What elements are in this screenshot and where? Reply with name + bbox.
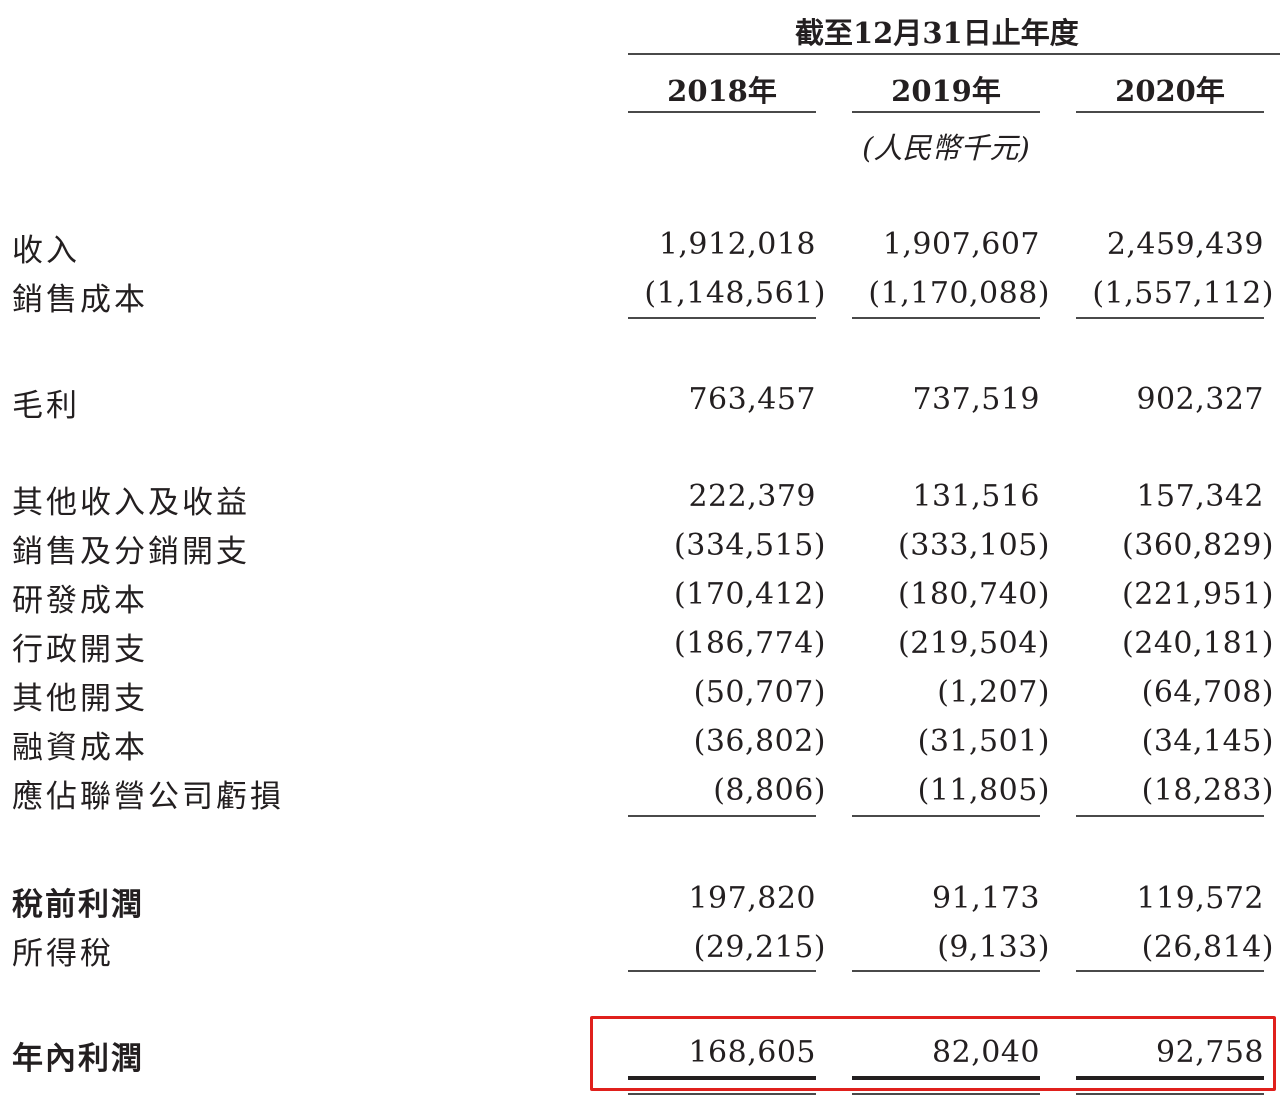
total-double-rule-2020 [1076, 1076, 1264, 1080]
row-label-other-income: 其他收入及收益 [12, 485, 250, 521]
subtotal-rule-2019 [852, 970, 1040, 972]
cell-revenue-2019: 1,907,607 [882, 227, 1040, 262]
cell-profit-before-tax-2019: 91,173 [932, 881, 1040, 916]
cell-rd-costs-2018: (170,412) [674, 577, 826, 612]
period-title: 截至12月31日止年度 [795, 16, 1079, 50]
cell-cost-of-sales-2018: (1,148,561) [644, 276, 826, 311]
year-2019-underline [852, 111, 1040, 113]
cell-profit-before-tax-2018: 197,820 [688, 881, 816, 916]
subtotal-rule-2019 [852, 317, 1040, 319]
row-label-rd-costs: 研發成本 [12, 583, 148, 619]
total-double-rule-lower-2020 [1076, 1093, 1264, 1095]
total-double-rule-lower-2019 [852, 1093, 1040, 1095]
period-title-underline [628, 53, 1280, 55]
year-2018-header: 2018年 [667, 74, 777, 108]
cell-profit-for-year-2020: 92,758 [1156, 1035, 1264, 1070]
row-label-other-expenses: 其他開支 [12, 681, 148, 717]
cell-share-of-associates-loss-2018: (8,806) [713, 773, 826, 808]
cell-profit-before-tax-2020: 119,572 [1136, 881, 1264, 916]
cell-gross-profit-2018: 763,457 [688, 382, 816, 417]
cell-gross-profit-2019: 737,519 [912, 382, 1040, 417]
cell-other-income-2019: 131,516 [912, 479, 1040, 514]
row-label-selling-distribution: 銷售及分銷開支 [12, 534, 250, 570]
cell-admin-expenses-2020: (240,181) [1122, 626, 1274, 661]
subtotal-rule-2018 [628, 970, 816, 972]
cell-cost-of-sales-2020: (1,557,112) [1092, 276, 1274, 311]
cell-other-income-2018: 222,379 [688, 479, 816, 514]
cell-income-tax-2018: (29,215) [693, 930, 826, 965]
row-label-finance-costs: 融資成本 [12, 730, 148, 766]
row-label-cost-of-sales: 銷售成本 [12, 282, 148, 318]
row-label-income-tax: 所得稅 [12, 936, 114, 972]
cell-selling-distribution-2018: (334,515) [674, 528, 826, 563]
cell-income-tax-2020: (26,814) [1141, 930, 1274, 965]
subtotal-rule-2019 [852, 815, 1040, 817]
cell-other-expenses-2019: (1,207) [937, 675, 1050, 710]
cell-other-expenses-2020: (64,708) [1141, 675, 1274, 710]
cell-admin-expenses-2019: (219,504) [898, 626, 1050, 661]
cell-other-expenses-2018: (50,707) [693, 675, 826, 710]
year-2018-underline [628, 111, 816, 113]
cell-share-of-associates-loss-2019: (11,805) [917, 773, 1050, 808]
cell-income-tax-2019: (9,133) [937, 930, 1050, 965]
cell-selling-distribution-2019: (333,105) [898, 528, 1050, 563]
row-label-profit-before-tax: 稅前利潤 [12, 887, 144, 923]
row-label-share-of-associates-loss: 應佔聯營公司虧損 [12, 779, 284, 815]
row-label-profit-for-year: 年內利潤 [12, 1041, 144, 1077]
total-double-rule-lower-2018 [628, 1093, 816, 1095]
cell-other-income-2020: 157,342 [1136, 479, 1264, 514]
cell-rd-costs-2020: (221,951) [1122, 577, 1274, 612]
cell-rd-costs-2019: (180,740) [898, 577, 1050, 612]
year-2020-underline [1076, 111, 1264, 113]
cell-gross-profit-2020: 902,327 [1136, 382, 1264, 417]
cell-selling-distribution-2020: (360,829) [1122, 528, 1274, 563]
subtotal-rule-2020 [1076, 317, 1264, 319]
row-label-revenue: 收入 [12, 233, 80, 269]
subtotal-rule-2020 [1076, 970, 1264, 972]
subtotal-rule-2018 [628, 815, 816, 817]
cell-profit-for-year-2018: 168,605 [688, 1035, 816, 1070]
cell-finance-costs-2019: (31,501) [917, 724, 1050, 759]
cell-admin-expenses-2018: (186,774) [674, 626, 826, 661]
cell-cost-of-sales-2019: (1,170,088) [868, 276, 1050, 311]
row-label-admin-expenses: 行政開支 [12, 632, 148, 668]
year-2020-header: 2020年 [1115, 74, 1225, 108]
cell-revenue-2020: 2,459,439 [1106, 227, 1264, 262]
cell-revenue-2018: 1,912,018 [658, 227, 816, 262]
total-double-rule-2019 [852, 1076, 1040, 1080]
cell-share-of-associates-loss-2020: (18,283) [1141, 773, 1274, 808]
year-2019-header: 2019年 [891, 74, 1001, 108]
currency-unit-note: (人民幣千元) [862, 131, 1030, 165]
row-label-gross-profit: 毛利 [12, 388, 80, 424]
cell-finance-costs-2018: (36,802) [693, 724, 826, 759]
cell-finance-costs-2020: (34,145) [1141, 724, 1274, 759]
subtotal-rule-2018 [628, 317, 816, 319]
cell-profit-for-year-2019: 82,040 [932, 1035, 1040, 1070]
subtotal-rule-2020 [1076, 815, 1264, 817]
total-double-rule-2018 [628, 1076, 816, 1080]
